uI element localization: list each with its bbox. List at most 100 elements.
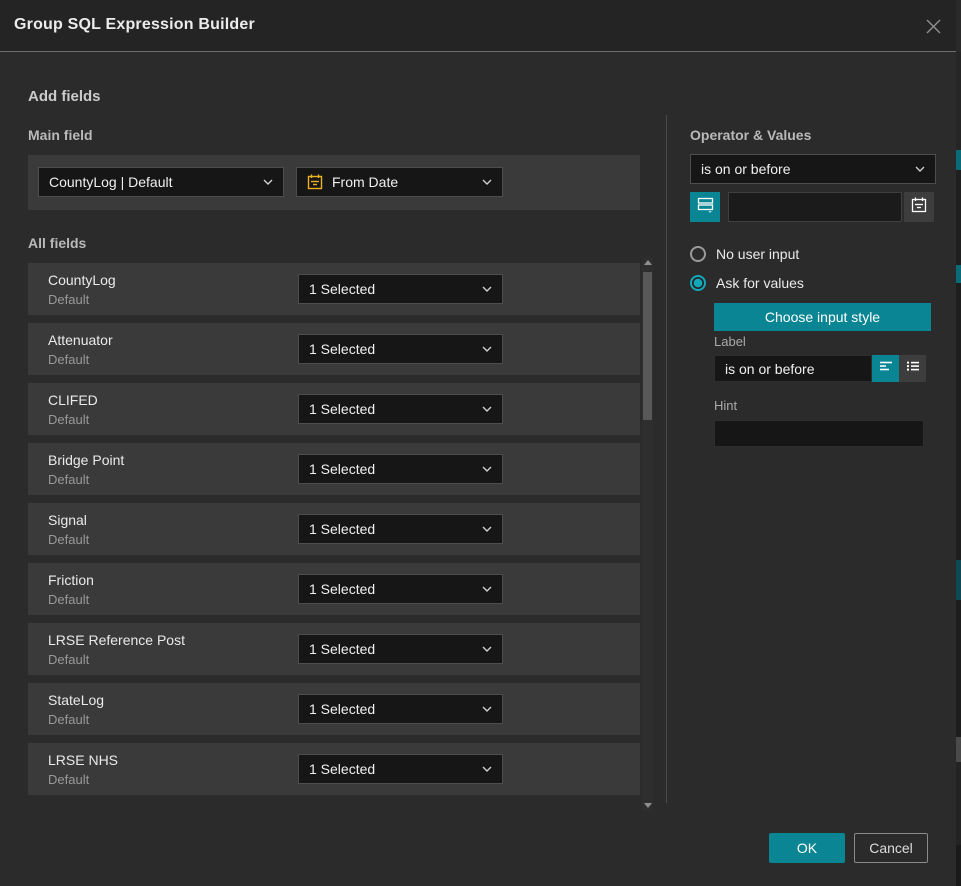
layer-dropdown[interactable]: CountyLog | Default bbox=[38, 167, 284, 197]
chevron-down-icon bbox=[482, 646, 492, 652]
field-name: Bridge Point bbox=[48, 452, 124, 468]
field-row-clifed: CLIFED Default 1 Selected bbox=[28, 383, 640, 435]
field-name: CLIFED bbox=[48, 392, 98, 408]
scroll-down-icon[interactable] bbox=[644, 803, 652, 808]
field-sublabel: Default bbox=[48, 352, 89, 367]
field-selection-dropdown[interactable]: 1 Selected bbox=[298, 274, 503, 304]
field-sublabel: Default bbox=[48, 292, 89, 307]
align-left-icon bbox=[878, 359, 894, 378]
radio-no-user-input-label: No user input bbox=[716, 246, 799, 262]
unique-values-button[interactable] bbox=[690, 192, 720, 222]
field-sublabel: Default bbox=[48, 532, 89, 547]
field-sublabel: Default bbox=[48, 652, 89, 667]
field-row-lrse-reference-post: LRSE Reference Post Default 1 Selected bbox=[28, 623, 640, 675]
operator-values-heading: Operator & Values bbox=[690, 127, 811, 143]
field-selection-dropdown[interactable]: 1 Selected bbox=[298, 394, 503, 424]
background-segment bbox=[956, 150, 961, 170]
radio-unselected-icon bbox=[690, 246, 706, 262]
operator-dropdown[interactable]: is on or before bbox=[690, 154, 936, 184]
all-fields-list: CountyLog Default 1 Selected Attenuator … bbox=[28, 263, 640, 795]
field-selection-value: 1 Selected bbox=[309, 461, 375, 477]
chevron-down-icon bbox=[482, 526, 492, 532]
value-calendar-button[interactable] bbox=[904, 192, 934, 222]
scrollbar-thumb[interactable] bbox=[643, 272, 652, 420]
radio-ask-for-values-label: Ask for values bbox=[716, 275, 804, 291]
field-row-signal: Signal Default 1 Selected bbox=[28, 503, 640, 555]
field-row-bridge-point: Bridge Point Default 1 Selected bbox=[28, 443, 640, 495]
field-selection-value: 1 Selected bbox=[309, 641, 375, 657]
background-segment bbox=[956, 600, 961, 737]
field-row-friction: Friction Default 1 Selected bbox=[28, 563, 640, 615]
background-segment bbox=[956, 762, 961, 845]
background-segment bbox=[956, 52, 961, 150]
field-selection-dropdown[interactable]: 1 Selected bbox=[298, 454, 503, 484]
field-selection-value: 1 Selected bbox=[309, 521, 375, 537]
label-input[interactable] bbox=[714, 355, 872, 382]
field-selection-dropdown[interactable]: 1 Selected bbox=[298, 754, 503, 784]
background-segment bbox=[956, 265, 961, 283]
field-selection-dropdown[interactable]: 1 Selected bbox=[298, 514, 503, 544]
field-name: CountyLog bbox=[48, 272, 116, 288]
chevron-down-icon bbox=[482, 406, 492, 412]
field-row-statelog: StateLog Default 1 Selected bbox=[28, 683, 640, 735]
close-icon[interactable] bbox=[925, 18, 942, 35]
field-selection-value: 1 Selected bbox=[309, 281, 375, 297]
chevron-down-icon bbox=[482, 286, 492, 292]
field-name: Signal bbox=[48, 512, 87, 528]
unique-values-icon bbox=[697, 196, 714, 218]
chevron-down-icon bbox=[482, 346, 492, 352]
field-selection-dropdown[interactable]: 1 Selected bbox=[298, 634, 503, 664]
radio-no-user-input[interactable]: No user input bbox=[690, 245, 799, 263]
dialog-titlebar: Group SQL Expression Builder bbox=[0, 0, 961, 52]
chevron-down-icon bbox=[915, 166, 925, 172]
field-name: Friction bbox=[48, 572, 94, 588]
chevron-down-icon bbox=[482, 586, 492, 592]
all-fields-heading: All fields bbox=[28, 235, 86, 251]
field-selection-value: 1 Selected bbox=[309, 581, 375, 597]
radio-ask-for-values[interactable]: Ask for values bbox=[690, 274, 804, 292]
scroll-up-icon[interactable] bbox=[644, 260, 652, 265]
field-row-countylog: CountyLog Default 1 Selected bbox=[28, 263, 640, 315]
field-name: LRSE Reference Post bbox=[48, 632, 185, 648]
list-style-button[interactable] bbox=[899, 355, 926, 382]
field-name: StateLog bbox=[48, 692, 104, 708]
background-segment bbox=[956, 845, 961, 886]
main-field-heading: Main field bbox=[28, 127, 93, 143]
dialog-title: Group SQL Expression Builder bbox=[14, 16, 255, 34]
background-segment bbox=[956, 560, 961, 600]
chevron-down-icon bbox=[482, 179, 492, 185]
radio-selected-icon bbox=[690, 275, 706, 291]
choose-input-style-button[interactable]: Choose input style bbox=[714, 303, 931, 331]
main-field-dropdown[interactable]: From Date bbox=[296, 167, 503, 197]
chevron-down-icon bbox=[263, 179, 273, 185]
field-sublabel: Default bbox=[48, 412, 89, 427]
field-selection-dropdown[interactable]: 1 Selected bbox=[298, 574, 503, 604]
bulleted-list-icon bbox=[905, 359, 921, 378]
chevron-down-icon bbox=[482, 466, 492, 472]
field-sublabel: Default bbox=[48, 592, 89, 607]
field-row-lrse-nhs: LRSE NHS Default 1 Selected bbox=[28, 743, 640, 795]
chevron-down-icon bbox=[482, 706, 492, 712]
calendar-icon bbox=[307, 174, 323, 190]
background-segment bbox=[956, 170, 961, 265]
main-field-dropdown-value: From Date bbox=[332, 174, 398, 190]
field-name: LRSE NHS bbox=[48, 752, 118, 768]
chevron-down-icon bbox=[482, 766, 492, 772]
field-selection-dropdown[interactable]: 1 Selected bbox=[298, 694, 503, 724]
background-segment bbox=[956, 283, 961, 560]
background-app-strip bbox=[956, 0, 961, 886]
field-selection-dropdown[interactable]: 1 Selected bbox=[298, 334, 503, 364]
label-heading: Label bbox=[714, 334, 746, 349]
background-segment bbox=[956, 737, 961, 762]
single-line-style-button[interactable] bbox=[872, 355, 899, 382]
field-selection-value: 1 Selected bbox=[309, 701, 375, 717]
ok-button[interactable]: OK bbox=[769, 833, 845, 863]
add-fields-heading: Add fields bbox=[28, 88, 101, 105]
cancel-button[interactable]: Cancel bbox=[854, 833, 928, 863]
hint-input[interactable] bbox=[714, 420, 924, 447]
layer-dropdown-value: CountyLog | Default bbox=[49, 174, 173, 190]
fields-list-scrollbar[interactable] bbox=[642, 257, 653, 811]
calendar-icon bbox=[911, 197, 927, 218]
value-input[interactable] bbox=[728, 192, 902, 222]
field-name: Attenuator bbox=[48, 332, 113, 348]
